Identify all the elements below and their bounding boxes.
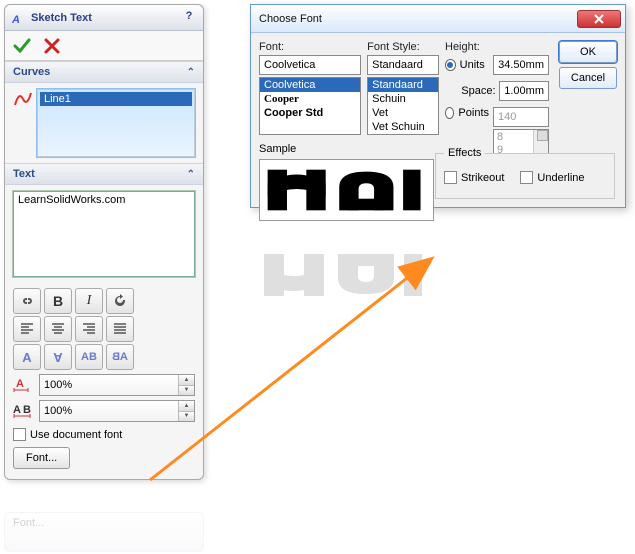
space-value-input[interactable]: 1.00mm: [499, 81, 549, 101]
dialog-body: Font: Coolvetica Coolvetica Cooper Coope…: [251, 33, 625, 207]
text-header[interactable]: Text ⌃: [5, 163, 203, 185]
use-doc-font-label: Use document font: [30, 429, 122, 441]
cancel-button[interactable]: Cancel: [559, 67, 617, 89]
reflection-decoration: Font...: [4, 512, 204, 552]
style-listbox[interactable]: Standaard Schuin Vet Vet Schuin: [367, 77, 439, 135]
units-label: Units: [460, 59, 489, 71]
cancel-x-button[interactable]: [41, 35, 63, 57]
space-label: Space:: [461, 85, 495, 97]
ok-check-button[interactable]: [11, 35, 33, 57]
style-input[interactable]: Standaard: [367, 55, 439, 75]
help-button[interactable]: ?: [181, 10, 197, 26]
style-label: Font Style:: [367, 41, 439, 53]
points-label: Points: [458, 107, 489, 119]
close-button[interactable]: [577, 10, 621, 28]
dialog-titlebar[interactable]: Choose Font: [251, 5, 625, 33]
text-body: LearnSolidWorks.com B I A A AB AB A 100%…: [5, 185, 203, 479]
font-button[interactable]: Font...: [13, 447, 70, 469]
font-listbox[interactable]: Coolvetica Cooper Cooper Std: [259, 77, 361, 135]
spin-up-icon[interactable]: ▲: [178, 375, 194, 386]
flip-horizontal-button[interactable]: AB: [75, 344, 103, 370]
flip-vertical-button[interactable]: A: [13, 344, 41, 370]
curves-listbox[interactable]: Line1: [37, 89, 195, 157]
spacing-icon: AB: [13, 402, 33, 421]
style-option[interactable]: Vet: [368, 106, 438, 120]
height-label: Height:: [445, 41, 549, 53]
collapse-icon[interactable]: ⌃: [187, 169, 195, 180]
font-option[interactable]: Cooper Std: [260, 106, 360, 120]
width-percent-input[interactable]: 100% ▲▼: [39, 374, 195, 396]
curves-header[interactable]: Curves ⌃: [5, 61, 203, 83]
rotate-icon[interactable]: [106, 288, 134, 314]
spin-down-icon[interactable]: ▼: [178, 386, 194, 396]
ok-button[interactable]: OK: [559, 41, 617, 63]
collapse-icon[interactable]: ⌃: [187, 67, 195, 78]
spin-down-icon[interactable]: ▼: [178, 412, 194, 422]
spin-up-icon[interactable]: ▲: [178, 401, 194, 412]
checkbox-icon[interactable]: [13, 428, 26, 441]
font-label: Font:: [259, 41, 361, 53]
curves-title: Curves: [13, 66, 50, 78]
effects-group: Effects Strikeout Underline: [435, 147, 615, 199]
spline-icon: [13, 89, 33, 109]
flip-vertical-down-button[interactable]: A: [44, 344, 72, 370]
use-doc-font-row[interactable]: Use document font: [13, 428, 195, 441]
text-title: Text: [13, 168, 35, 180]
curves-body: Line1: [5, 83, 203, 163]
points-radio[interactable]: [445, 107, 454, 119]
align-left-button[interactable]: [13, 316, 41, 342]
strikeout-checkbox[interactable]: Strikeout: [444, 171, 504, 184]
confirm-row: [5, 31, 203, 61]
style-option[interactable]: Schuin: [368, 92, 438, 106]
choose-font-dialog: Choose Font Font: Coolvetica Coolvetica …: [250, 4, 626, 208]
style-option[interactable]: Vet Schuin: [368, 120, 438, 134]
align-center-button[interactable]: [44, 316, 72, 342]
align-right-button[interactable]: [75, 316, 103, 342]
svg-text:A: A: [11, 14, 20, 26]
units-value-input[interactable]: 34.50mm: [493, 55, 549, 75]
underline-checkbox[interactable]: Underline: [520, 171, 584, 184]
font-input[interactable]: Coolvetica: [259, 55, 361, 75]
align-justify-button[interactable]: [106, 316, 134, 342]
width-icon: A: [13, 376, 33, 395]
panel-title: Sketch Text: [31, 12, 181, 24]
sketch-text-icon: A: [11, 10, 27, 26]
dialog-title: Choose Font: [259, 13, 577, 25]
effects-label: Effects: [444, 147, 485, 159]
svg-text:A: A: [16, 378, 24, 390]
units-radio[interactable]: [445, 59, 456, 71]
sketch-text-panel: A Sketch Text ? Curves ⌃ Line1 Text ⌃ Le…: [4, 4, 204, 480]
font-option[interactable]: Coolvetica: [260, 78, 360, 92]
link-icon[interactable]: [13, 288, 41, 314]
style-option[interactable]: Standaard: [368, 78, 438, 92]
curve-item[interactable]: Line1: [40, 92, 192, 106]
reflection-decoration: [250, 216, 626, 306]
text-input[interactable]: LearnSolidWorks.com: [13, 191, 195, 277]
flip-horizontal-mirror-button[interactable]: AB: [106, 344, 134, 370]
font-option[interactable]: Cooper: [260, 92, 360, 106]
sample-preview: [259, 159, 434, 221]
spacing-percent-input[interactable]: 100% ▲▼: [39, 400, 195, 422]
bold-button[interactable]: B: [44, 288, 72, 314]
points-value-input[interactable]: 140: [493, 107, 549, 127]
panel-titlebar: A Sketch Text ?: [5, 5, 203, 31]
italic-button[interactable]: I: [75, 288, 103, 314]
